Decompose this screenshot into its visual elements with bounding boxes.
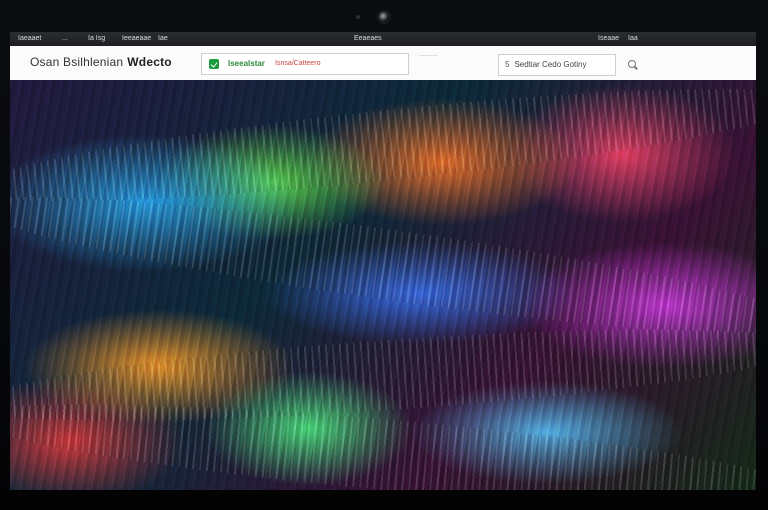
bottom-bezel bbox=[0, 490, 768, 510]
menu-item-3[interactable]: Ia Isg bbox=[88, 32, 105, 46]
search-value: Iseealstar bbox=[228, 59, 265, 68]
menu-item-1[interactable]: Iaeaaet bbox=[18, 32, 41, 46]
menu-item-5[interactable]: Iae bbox=[158, 32, 168, 46]
artwork-sheen bbox=[10, 80, 756, 490]
search-input[interactable]: Iseealstar Isnsa/Catteero bbox=[201, 53, 409, 75]
menu-item-8[interactable]: Iaa bbox=[628, 32, 638, 46]
menu-item-2[interactable]: ... bbox=[62, 32, 68, 46]
app-title: Osan Bsilhlenian Wdecto bbox=[30, 55, 172, 69]
selector-label: Sedtiar Cedo Gotiny bbox=[514, 60, 587, 69]
app-title-prefix: Osan Bsilhlenian bbox=[30, 55, 124, 69]
screen: Iaeaaet ... Ia Isg Ieeaeaae Iae Eeaeaes … bbox=[10, 32, 756, 490]
check-icon bbox=[209, 59, 219, 69]
sensor-dot bbox=[356, 15, 360, 19]
search-icon[interactable] bbox=[628, 60, 636, 68]
menu-bar: Iaeaaet ... Ia Isg Ieeaeaae Iae Eeaeaes … bbox=[10, 32, 756, 46]
app-title-bold: Wdecto bbox=[127, 55, 172, 69]
menu-item-7[interactable]: Iseaae bbox=[598, 32, 619, 46]
menu-item-6[interactable]: Eeaeaes bbox=[354, 32, 382, 46]
camera-icon bbox=[379, 12, 389, 22]
menu-item-4[interactable]: Ieeaeaae bbox=[122, 32, 151, 46]
selector-dropdown[interactable]: 5 Sedtiar Cedo Gotiny bbox=[498, 54, 616, 76]
selector-number: 5 bbox=[505, 60, 510, 69]
artwork-image bbox=[10, 80, 756, 490]
divider-text: ........... bbox=[419, 52, 438, 58]
toolbar: Osan Bsilhlenian Wdecto Iseealstar Isnsa/… bbox=[10, 46, 756, 81]
search-placeholder: Isnsa/Catteero bbox=[275, 60, 321, 67]
